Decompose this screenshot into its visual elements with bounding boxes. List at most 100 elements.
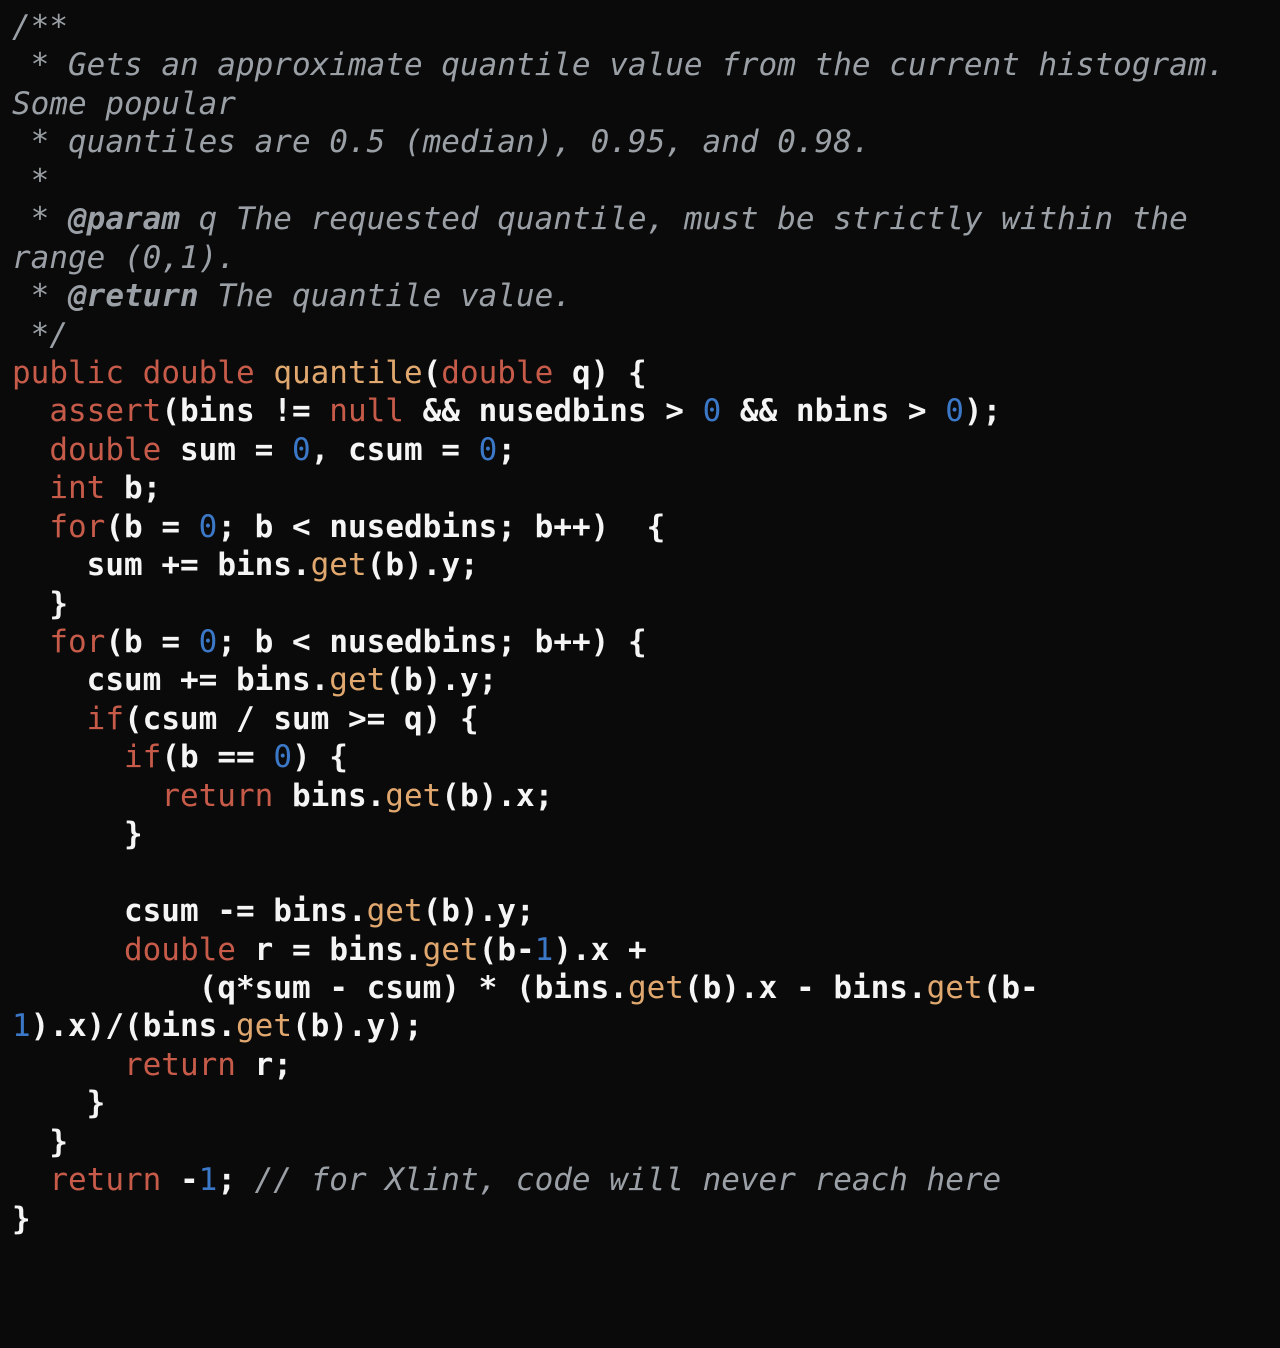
code-token-tag: @param [68,201,180,237]
code-token-comment: * [12,278,68,314]
code-token-op: - [516,932,535,968]
code-token-op: . [292,547,311,583]
code-token-op: ( [367,547,386,583]
code-token-op: - [777,970,833,1006]
code-token-id: b [311,1008,330,1044]
code-token-op: -= [199,893,274,929]
code-token-op: )/( [87,1008,143,1044]
code-token-op: > [647,393,703,429]
code-token-op: . [217,1008,236,1044]
code-token-op: . [404,932,423,968]
code-token-op: ++) { [553,509,665,545]
code-token-op: . [348,893,367,929]
code-token-kw: if [87,701,124,737]
code-token-plain [12,509,49,545]
code-token-op: += [161,662,236,698]
code-token-op: ). [329,1008,366,1044]
code-token-op: ( [385,662,404,698]
code-token-fn: get [927,970,983,1006]
code-token-id: b [255,624,274,660]
code-token-id: b [1001,970,1020,1006]
code-token-num: 0 [292,432,311,468]
code-token-op: ( [12,970,217,1006]
code-token-op: ( [684,970,703,1006]
code-token-fn: get [311,547,367,583]
code-token-id: bins [329,932,404,968]
code-token-id: y [367,1008,386,1044]
code-token-op: ). [479,778,516,814]
code-token-op: . [367,778,386,814]
code-token-num: 0 [945,393,964,429]
code-token-fn: get [423,932,479,968]
code-token-op: ( [124,701,143,737]
code-token-kw: return [49,1162,161,1198]
code-token-kw: if [124,739,161,775]
code-token-op: = [423,432,479,468]
code-token-id: q [572,355,591,391]
code-token-id: bins [292,778,367,814]
code-token-op: . [908,970,927,1006]
code-token-fn: get [329,662,385,698]
code-token-id: nusedbins [329,509,497,545]
code-token-num: 0 [273,739,292,775]
code-token-comment: * Gets an approximate quantile value fro… [12,47,1244,121]
code-token-op: ( [479,932,498,968]
code-token-op: ) { [292,739,348,775]
code-token-fn: get [236,1008,292,1044]
code-token-plain [12,470,49,506]
code-token-id: y [497,893,516,929]
code-token-id: x [759,970,778,1006]
code-token-op: ; [479,662,498,698]
code-token-op: + [609,932,646,968]
code-token-id: csum [348,432,423,468]
code-token-comment: * quantiles are 0.5 (median), 0.95, and … [12,124,871,160]
code-token-op: - [311,970,367,1006]
code-token-op: ; [497,624,534,660]
code-token-op: ( [292,1008,311,1044]
code-token-op: ( [105,509,124,545]
code-token-op: ++) { [553,624,646,660]
code-token-id: bins [143,1008,218,1044]
code-token-op: = [273,932,329,968]
code-token-op: += [143,547,218,583]
code-token-comment: * [12,163,49,199]
code-token-id: q [217,970,236,1006]
code-token-plain [161,432,180,468]
code-token-id: b [255,509,274,545]
code-token-id: bins [833,970,908,1006]
code-token-tag: @return [68,278,199,314]
code-token-op: ); [385,1008,422,1044]
code-token-op: ( [161,739,180,775]
code-token-comment: q The requested quantile, must be strict… [12,201,1207,275]
code-token-op: ( [423,355,442,391]
code-token-id: csum [143,701,218,737]
code-token-id: b [385,547,404,583]
code-token-op: ) * ( [441,970,534,1006]
code-token-id: r [255,1047,274,1083]
code-token-id: sum [87,547,143,583]
code-token-id: csum [124,893,199,929]
code-token-op: != [255,393,330,429]
code-token-id: bins [273,893,348,929]
code-token-op: < [273,624,329,660]
code-token-op: ; [273,1047,292,1083]
code-token-id: b [460,778,479,814]
code-token-id: csum [367,970,442,1006]
code-token-id: bins [180,393,255,429]
code-token-op: - [161,1162,198,1198]
code-token-op: - [1020,970,1039,1006]
code-token-kw: return [124,1047,236,1083]
code-token-num: 1 [12,1008,31,1044]
code-token-op: ; [497,432,516,468]
code-token-id: x [516,778,535,814]
code-token-id: b [124,624,143,660]
code-token-id: bins [535,970,610,1006]
code-token-plain [12,1047,124,1083]
code-token-id: bins [236,662,311,698]
code-token-plain [12,624,49,660]
code-token-comment: */ [12,317,68,353]
code-token-fn: get [385,778,441,814]
code-token-op: * [236,970,255,1006]
code-token-op: ( [983,970,1002,1006]
code-token-fn: quantile [273,355,422,391]
